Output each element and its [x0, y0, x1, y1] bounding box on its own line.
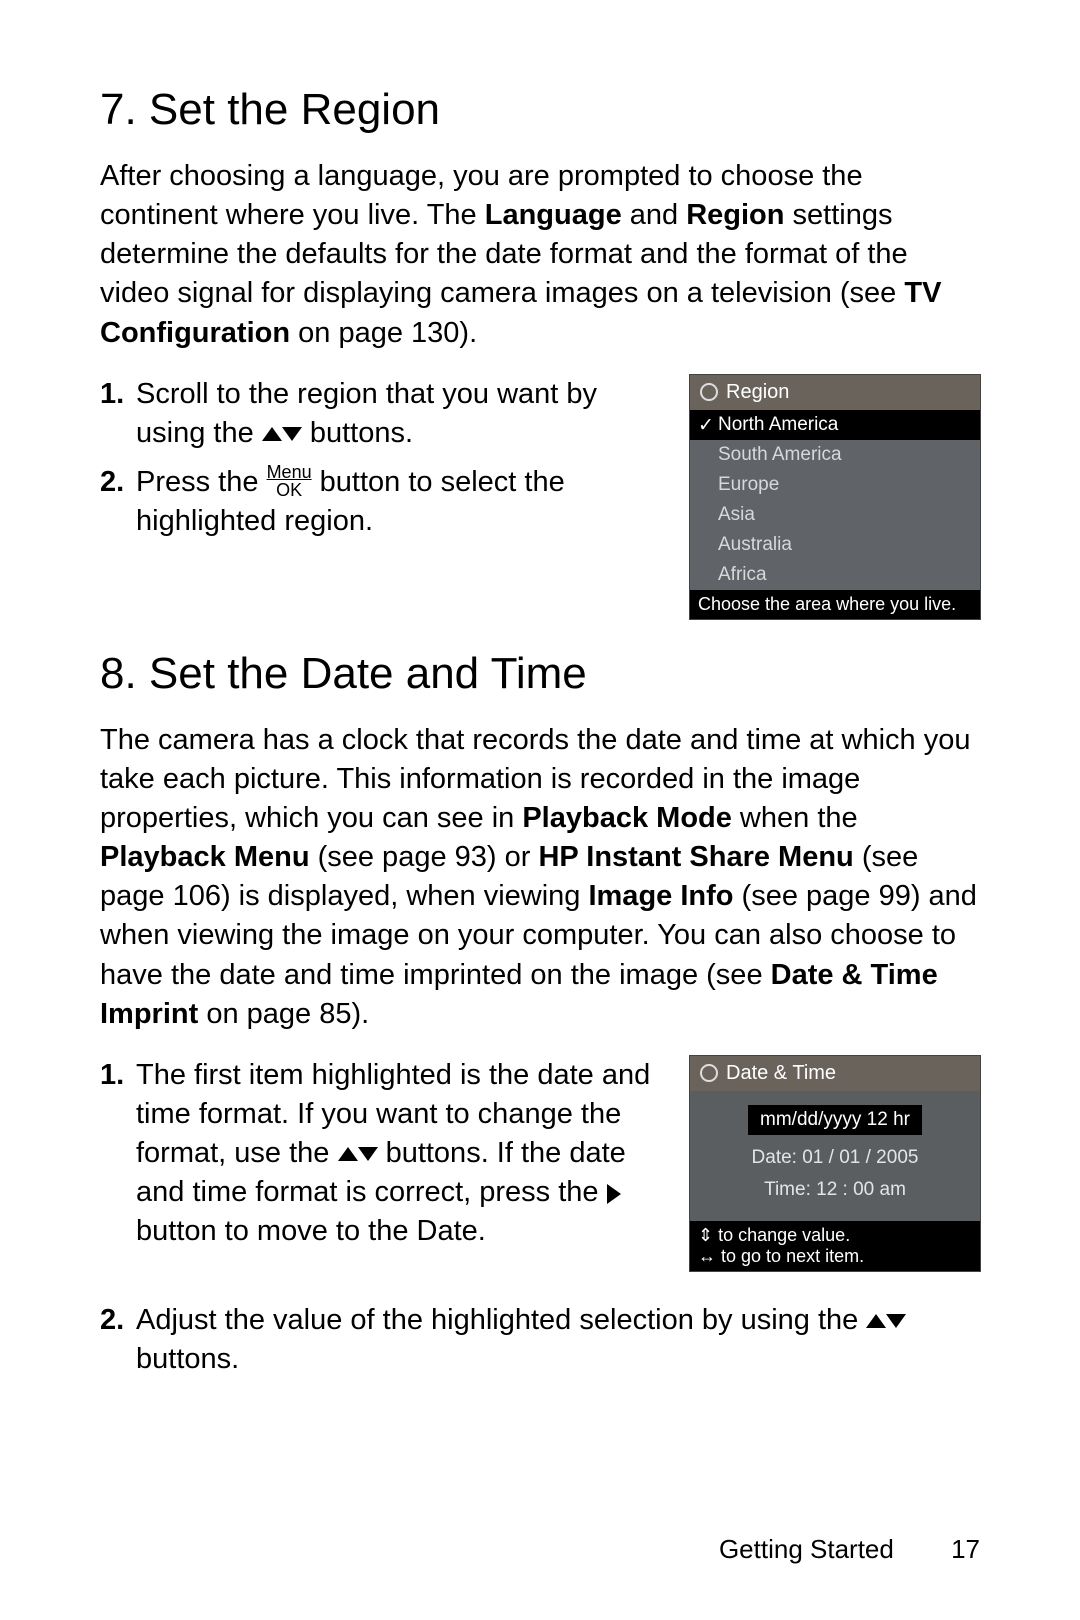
lcd-item: South America [690, 440, 980, 470]
lcd-item: Asia [690, 500, 980, 530]
ok-label: OK [267, 481, 312, 499]
lcd-item: Europe [690, 470, 980, 500]
lcd-item: Australia [690, 530, 980, 560]
lcd-region-footer: Choose the area where you live. [690, 590, 980, 619]
text: buttons. [136, 1343, 239, 1375]
lcd-region-screenshot: Region ✓North America South America Euro… [690, 375, 980, 619]
text: and [622, 199, 687, 231]
bold: Playback Menu [100, 841, 310, 873]
text: to go to next item. [721, 1246, 864, 1266]
arrow-up-icon [338, 1147, 358, 1161]
text: Adjust the value of the highlighted sele… [136, 1304, 866, 1336]
lcd-item-selected: ✓North America [690, 410, 980, 440]
lcd-datetime-format: mm/dd/yyyy 12 hr [748, 1105, 922, 1135]
menu-ok-icon: Menu OK [267, 463, 312, 499]
footer-page-number: 17 [951, 1534, 980, 1564]
step-1: The first item highlighted is the date a… [100, 1056, 674, 1252]
arrow-down-icon [282, 427, 302, 441]
text: Press the [136, 466, 267, 498]
section7-steps: Scroll to the region that you want by us… [100, 375, 674, 552]
lcd-item-label: North America [718, 414, 838, 435]
arrow-right-icon [607, 1184, 621, 1204]
footer-section: Getting Started [719, 1534, 894, 1564]
check-icon: ✓ [698, 414, 714, 437]
lcd-time-line: Time: 12 : 00 am [700, 1179, 970, 1201]
text: (see page 93) or [310, 841, 539, 873]
section7-steps-row: Scroll to the region that you want by us… [100, 375, 980, 619]
bold: HP Instant Share Menu [538, 841, 853, 873]
lcd-datetime-screenshot: Date & Time mm/dd/yyyy 12 hr Date: 01 / … [690, 1056, 980, 1271]
section7-heading: 7. Set the Region [100, 85, 980, 135]
clock-icon [700, 1064, 718, 1082]
text: when the [732, 802, 858, 834]
arrow-down-icon [886, 1314, 906, 1328]
menu-label: Menu [267, 463, 312, 481]
lcd-datetime-title: Date & Time [726, 1062, 836, 1085]
lcd-datetime-body: mm/dd/yyyy 12 hr Date: 01 / 01 / 2005 Ti… [690, 1091, 980, 1221]
text: button to move to the Date. [136, 1215, 486, 1247]
lcd-region-title: Region [726, 381, 789, 404]
step-2: Adjust the value of the highlighted sele… [100, 1301, 980, 1379]
page-footer: Getting Started 17 [719, 1534, 980, 1565]
lcd-date-line: Date: 01 / 01 / 2005 [700, 1147, 970, 1169]
section8-step1: The first item highlighted is the date a… [100, 1056, 674, 1262]
section8-intro: The camera has a clock that records the … [100, 721, 980, 1034]
footer-line2: ↔ to go to next item. [698, 1246, 972, 1267]
text: on page 130). [290, 317, 477, 349]
arrow-down-icon [358, 1147, 378, 1161]
section7-intro: After choosing a language, you are promp… [100, 157, 980, 353]
globe-icon [700, 383, 718, 401]
lcd-region-header: Region [690, 375, 980, 410]
section8-heading: 8. Set the Date and Time [100, 649, 980, 699]
text: buttons. [310, 417, 413, 449]
lcd-datetime-header: Date & Time [690, 1056, 980, 1091]
bold: Image Info [588, 880, 733, 912]
footer-line1: ⇕ to change value. [698, 1225, 972, 1246]
arrow-up-icon [866, 1314, 886, 1328]
step-1: Scroll to the region that you want by us… [100, 375, 674, 453]
section8-step1-row: The first item highlighted is the date a… [100, 1056, 980, 1271]
section8-step2-list: Adjust the value of the highlighted sele… [100, 1301, 980, 1379]
step-2: Press the Menu OK button to select the h… [100, 463, 674, 541]
text: to change value. [718, 1225, 850, 1245]
bold-region: Region [686, 199, 784, 231]
lcd-item: Africa [690, 560, 980, 590]
bold: Playback Mode [522, 802, 732, 834]
bold-language: Language [485, 199, 622, 231]
lcd-datetime-footer: ⇕ to change value. ↔ to go to next item. [690, 1221, 980, 1271]
text: on page 85). [198, 998, 369, 1030]
arrow-up-icon [262, 427, 282, 441]
